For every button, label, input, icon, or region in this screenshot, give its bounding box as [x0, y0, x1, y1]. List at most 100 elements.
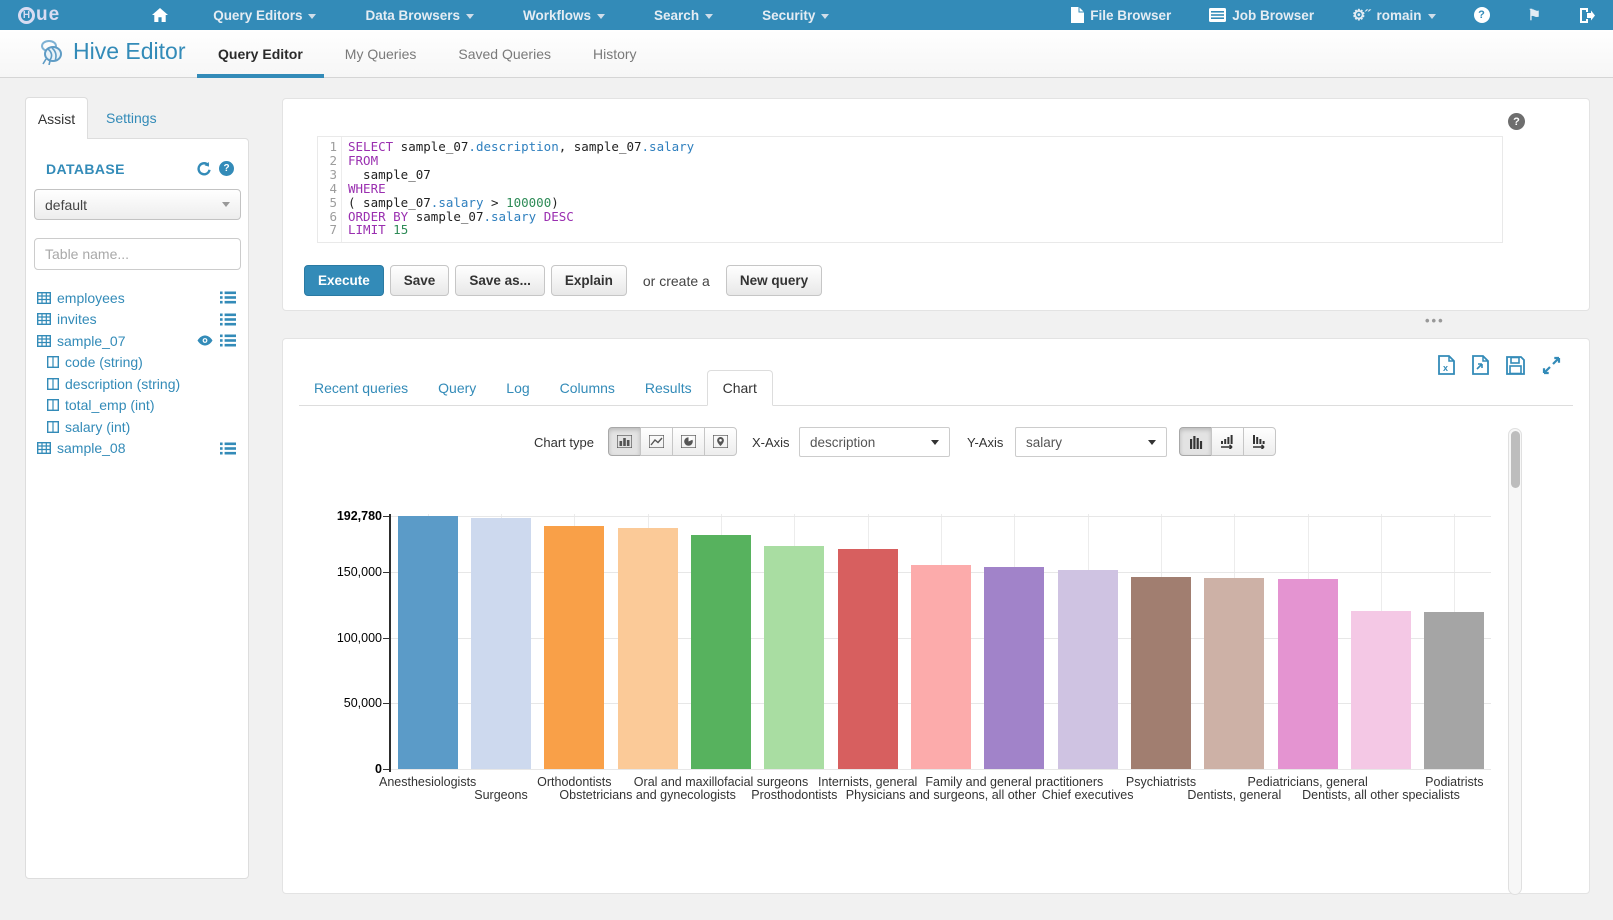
bar-orthodontists[interactable] — [544, 526, 604, 769]
table-name: sample_08 — [57, 440, 126, 456]
bar-obstetricians-and-gynecologists[interactable] — [618, 528, 678, 769]
help-button[interactable]: ? — [1470, 7, 1494, 23]
code-line-2: FROM — [348, 154, 694, 168]
sort-ascending-button[interactable] — [1211, 427, 1244, 456]
table-row-sample-07[interactable]: sample_07 — [26, 330, 248, 352]
hive-editor-title[interactable]: Hive Editor — [40, 38, 185, 65]
refresh-icon[interactable] — [196, 162, 212, 176]
y-axis-label-100000: 100,000 — [327, 631, 382, 645]
bar-internists-general[interactable] — [838, 549, 898, 769]
menu-query-editors[interactable]: Query Editors — [209, 8, 320, 23]
sign-out-button[interactable] — [1575, 8, 1599, 23]
chart-type-pie-button[interactable] — [672, 427, 705, 456]
eye-icon[interactable] — [197, 335, 213, 346]
bar-pediatricians-general[interactable] — [1278, 579, 1338, 769]
panel-resize-handle[interactable]: ••• — [1425, 313, 1445, 328]
hue-logo[interactable]: H ue — [18, 4, 60, 26]
bar-dentists-all-other-specialists[interactable] — [1351, 611, 1411, 769]
chart-type-bars-button[interactable] — [608, 427, 641, 456]
user-menu[interactable]: ⚙˝ romain — [1348, 8, 1439, 23]
chart-type-group — [608, 427, 737, 456]
table-list: employeesinvites sample_07code (string)de… — [26, 287, 248, 459]
tab-settings[interactable]: Settings — [106, 110, 157, 126]
file-browser-button[interactable]: File Browser — [1067, 7, 1175, 23]
scrollbar-thumb[interactable] — [1511, 431, 1520, 488]
chart-type-map-button[interactable] — [704, 427, 737, 456]
column-row-total-emp-int[interactable]: total_emp (int) — [26, 395, 248, 417]
editor-code[interactable]: SELECT sample_07.description, sample_07.… — [342, 137, 694, 242]
result-tab-results[interactable]: Results — [630, 371, 707, 405]
x-axis-label-psychiatrists: Psychiatrists — [1126, 775, 1196, 789]
chevron-down-icon — [1148, 440, 1156, 445]
feedback-flag-button[interactable]: ⚑ — [1524, 8, 1545, 23]
new-query-button[interactable]: New query — [726, 265, 822, 296]
bar-surgeons[interactable] — [471, 518, 531, 769]
chart-type-line-button[interactable] — [640, 427, 673, 456]
tab-query-editor[interactable]: Query Editor — [197, 30, 324, 78]
hue-logo-text: ue — [36, 4, 60, 26]
list-icon[interactable] — [220, 442, 236, 455]
table-icon — [37, 292, 51, 304]
chevron-down-icon — [705, 14, 713, 19]
bar-family-and-general-practitioners[interactable] — [984, 567, 1044, 769]
database-select[interactable]: default — [34, 189, 241, 220]
table-name: sample_07 — [57, 333, 126, 349]
table-row-employees[interactable]: employees — [26, 287, 248, 309]
column-row-code-string[interactable]: code (string) — [26, 352, 248, 374]
x-axis-label-podiatrists: Podiatrists — [1425, 775, 1483, 789]
list-icon[interactable] — [220, 313, 236, 326]
menu-workflows[interactable]: Workflows — [519, 8, 609, 23]
result-tab-columns[interactable]: Columns — [545, 371, 630, 405]
tab-history[interactable]: History — [572, 30, 658, 78]
save-button[interactable]: Save — [390, 265, 450, 296]
bar-podiatrists[interactable] — [1424, 612, 1484, 769]
database-help-icon[interactable]: ? — [219, 161, 234, 176]
column-row-description-string[interactable]: description (string) — [26, 373, 248, 395]
menu-search[interactable]: Search — [650, 8, 717, 23]
bar-anesthesiologists[interactable] — [398, 516, 458, 769]
column-icon — [47, 356, 59, 368]
home-icon[interactable] — [152, 8, 168, 22]
list-icon[interactable] — [220, 334, 236, 347]
bar-chief-executives[interactable] — [1058, 570, 1118, 769]
y-axis-line — [389, 514, 391, 772]
menu-data-browsers[interactable]: Data Browsers — [361, 8, 478, 23]
result-tab-query[interactable]: Query — [423, 371, 491, 405]
job-browser-button[interactable]: Job Browser — [1205, 8, 1318, 23]
tab-assist[interactable]: Assist — [25, 97, 88, 139]
y-axis-label: Y-Axis — [967, 435, 1003, 450]
table-filter-input[interactable] — [34, 238, 241, 270]
y-gridline — [391, 516, 1491, 517]
app-title-text: Hive Editor — [73, 38, 185, 65]
table-row-sample-08[interactable]: sample_08 — [26, 438, 248, 460]
y-axis-select[interactable]: salary — [1015, 427, 1167, 457]
table-row-invites[interactable]: invites — [26, 309, 248, 331]
list-icon[interactable] — [220, 291, 236, 304]
save-as-button[interactable]: Save as... — [455, 265, 545, 296]
chevron-down-icon — [597, 14, 605, 19]
assist-tab-label: Assist — [38, 111, 75, 127]
column-row-salary-int[interactable]: salary (int) — [26, 416, 248, 438]
code-line-6: ORDER BY sample_07.salary DESC — [348, 210, 694, 224]
result-tab-recent-queries[interactable]: Recent queries — [299, 371, 423, 405]
bar-psychiatrists[interactable] — [1131, 577, 1191, 769]
result-tab-chart[interactable]: Chart — [707, 370, 773, 406]
menu-security[interactable]: Security — [758, 8, 833, 23]
sql-editor[interactable]: 1234567 SELECT sample_07.description, sa… — [317, 136, 1503, 243]
explain-button[interactable]: Explain — [551, 265, 627, 296]
result-tab-log[interactable]: Log — [491, 371, 544, 405]
tab-my-queries[interactable]: My Queries — [324, 30, 438, 78]
bar-prosthodontists[interactable] — [764, 546, 824, 769]
results-scrollbar[interactable] — [1508, 428, 1522, 895]
tab-saved-queries[interactable]: Saved Queries — [437, 30, 572, 78]
x-axis-label-anesthesiologists: Anesthesiologists — [379, 775, 476, 789]
execute-button[interactable]: Execute — [304, 265, 384, 296]
bar-oral-and-maxillofacial-surgeons[interactable] — [691, 535, 751, 769]
bar-physicians-and-surgeons-all-other[interactable] — [911, 565, 971, 769]
sort-none-button[interactable] — [1179, 427, 1212, 456]
sort-descending-button[interactable] — [1243, 427, 1276, 456]
x-axis-select[interactable]: description — [799, 427, 950, 457]
job-list-icon — [1209, 8, 1226, 22]
bar-dentists-general[interactable] — [1204, 578, 1264, 769]
editor-help-icon[interactable]: ? — [1508, 113, 1525, 130]
